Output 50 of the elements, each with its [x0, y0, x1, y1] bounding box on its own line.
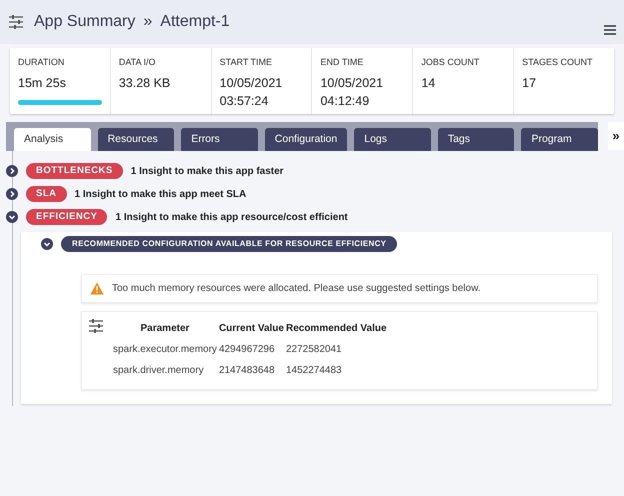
stat-value: 15m 25s — [18, 74, 67, 92]
stat-value: 14 — [421, 74, 436, 92]
recommendation-tag: RECOMMENDED CONFIGURATION AVAILABLE FOR RESOURCE EFFICIENCY — [61, 236, 398, 252]
page-title: App Summary — [34, 12, 136, 32]
column-header: Parameter — [140, 322, 190, 336]
sliders-icon — [8, 14, 24, 30]
column-header: Recommended Value — [284, 322, 388, 336]
expand-icon[interactable] — [6, 165, 18, 177]
table-cell-text: spark.driver.memory — [112, 364, 205, 378]
more-tabs-button[interactable]: » — [608, 122, 624, 150]
stat-value: 17 — [522, 74, 538, 92]
insight-tag: BOTTLENECKS — [26, 163, 123, 179]
collapse-icon[interactable] — [41, 238, 53, 250]
collapse-icon[interactable] — [6, 211, 18, 223]
tab[interactable]: Resources — [98, 128, 174, 151]
alert-message: Too much memory resources were allocated. Please use suggested settings below. — [112, 282, 481, 296]
table-cell-text: 1452274483 — [284, 364, 343, 378]
insight-text: 1 Insight to make this app faster — [130, 164, 284, 178]
table-cell-text: 2272582041 — [284, 343, 343, 357]
insight-tag: SLA — [26, 186, 66, 202]
tab[interactable]: Analysis — [14, 128, 91, 151]
column-header: Current Value — [218, 322, 285, 336]
stat-value: 10/05/2021 — [220, 74, 284, 92]
stat-label: STAGES COUNT — [522, 56, 594, 69]
expand-icon[interactable] — [6, 188, 18, 200]
table-cell-text: 4294967296 — [218, 343, 276, 357]
tab[interactable]: Configuration — [264, 128, 348, 151]
insight-text: 1 Insight to make this app meet SLA — [74, 188, 246, 202]
stat-label: DATA I/O — [118, 56, 157, 69]
stat-value: 10/05/2021 — [320, 74, 384, 92]
tab[interactable]: Program — [521, 128, 598, 151]
stat-value: 03:57:24 — [220, 92, 270, 110]
stat-label: DURATION — [18, 56, 66, 69]
sliders-icon — [88, 318, 104, 334]
tab[interactable]: Tags — [438, 128, 514, 151]
table-cell-text: 2147483648 — [218, 364, 276, 378]
stat-value: 33.28 KB — [118, 74, 172, 92]
stat-label: END TIME — [320, 56, 364, 69]
stat-label: JOBS COUNT — [421, 56, 480, 69]
page-subtitle: Attempt-1 — [160, 12, 230, 32]
stat-label: START TIME — [220, 56, 273, 69]
tab[interactable]: Logs — [354, 128, 431, 151]
insight-tag: EFFICIENCY — [26, 209, 108, 225]
table-cell-text: spark.executor.memory — [112, 343, 218, 357]
breadcrumb-separator: » — [143, 12, 152, 32]
warning-icon — [90, 282, 104, 295]
menu-button[interactable] — [604, 25, 616, 35]
insight-text: 1 Insight to make this app resource/cost efficient — [115, 210, 348, 224]
stat-value: 04:12:49 — [320, 92, 370, 110]
tab[interactable]: Errors — [181, 128, 258, 151]
